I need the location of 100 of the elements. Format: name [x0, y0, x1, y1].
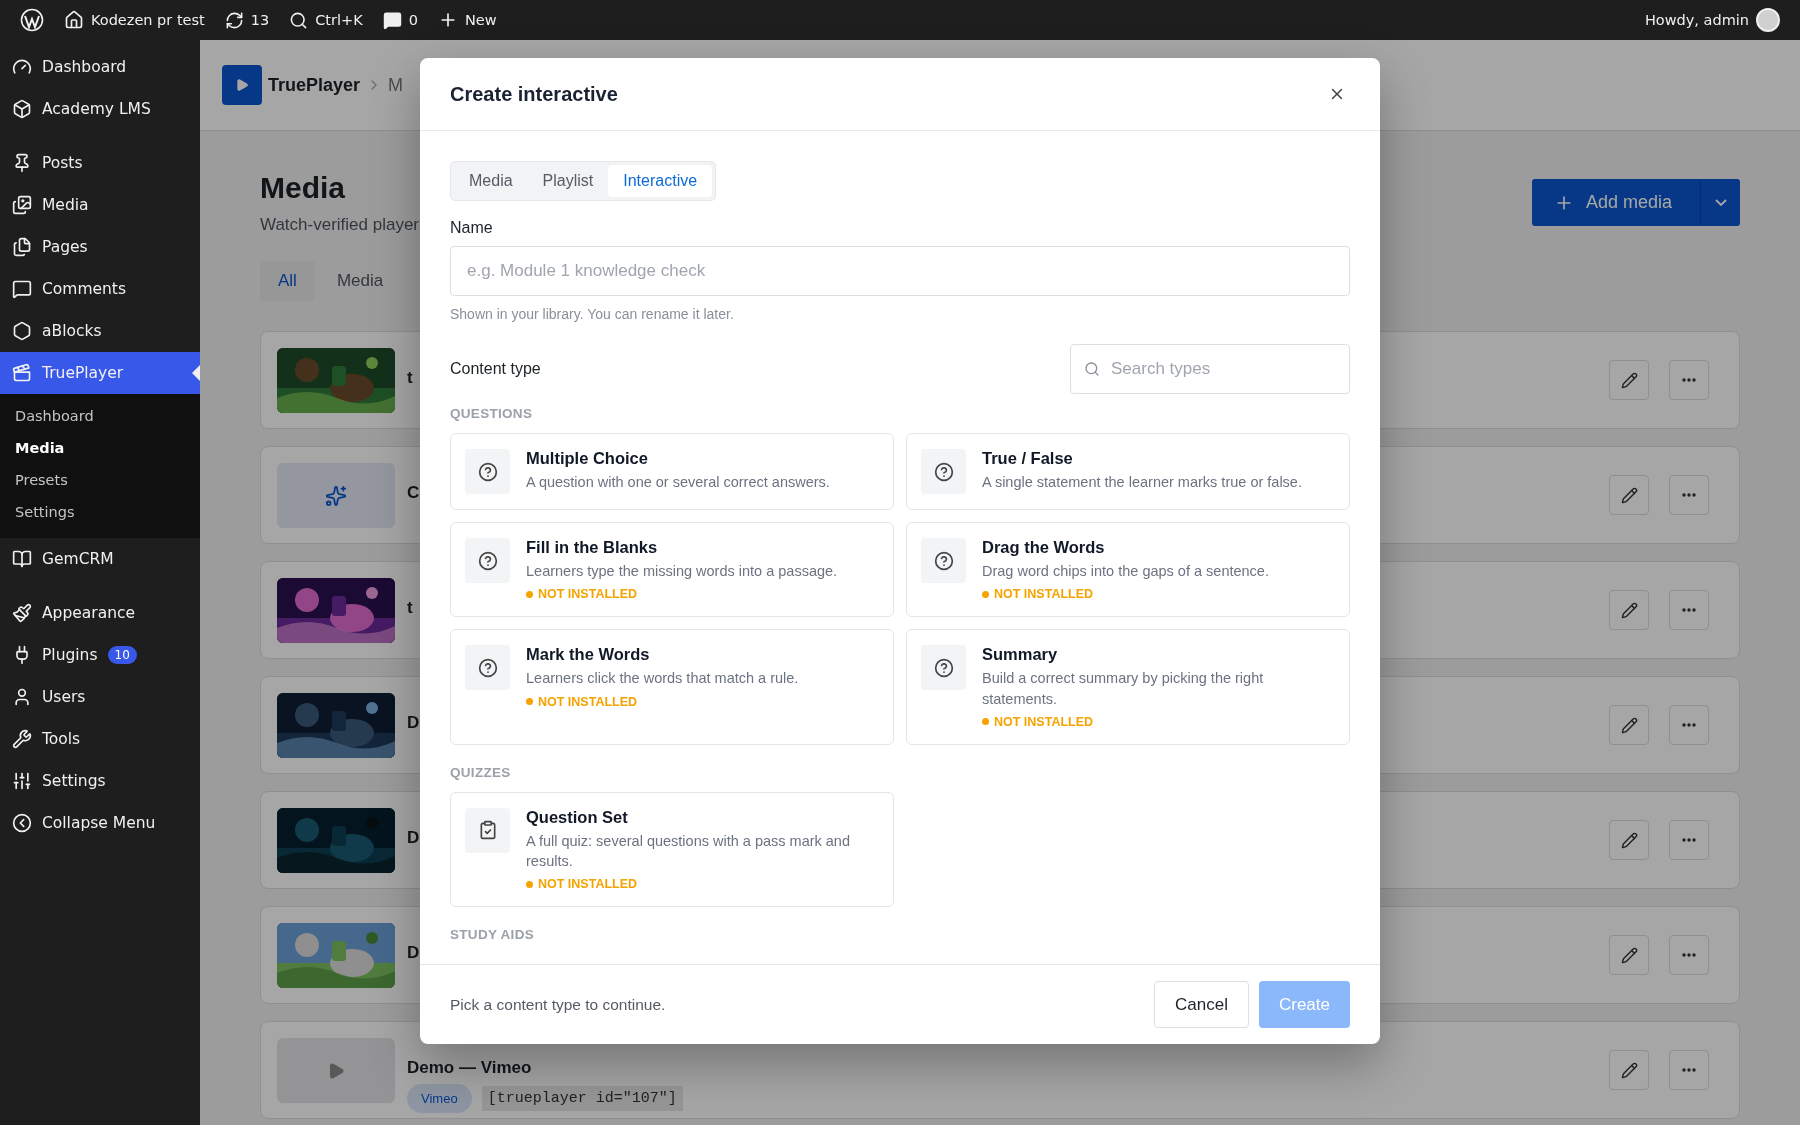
- home-icon: [64, 10, 84, 30]
- menu-item[interactable]: Media: [0, 184, 200, 226]
- more-icon: [1682, 953, 1696, 957]
- card-title: Fill in the Blanks: [526, 538, 659, 557]
- page-subtitle: Watch-verified player: [260, 215, 420, 235]
- cancel-button[interactable]: Cancel: [1154, 981, 1249, 1028]
- edit-button[interactable]: [1609, 475, 1649, 515]
- help-circle-icon: [477, 461, 498, 482]
- menu-item[interactable]: Dashboard: [0, 46, 200, 88]
- card-description: Learners type the missing words into a passage.: [526, 562, 838, 581]
- logo-icon: [20, 8, 44, 32]
- field-help: Shown in your library. You can rename it later.: [450, 306, 735, 322]
- more-button[interactable]: [1669, 705, 1709, 745]
- more-button[interactable]: [1669, 1050, 1709, 1090]
- card-description: A question with one or several correct answers.: [526, 473, 830, 492]
- menu-item[interactable]: Settings: [0, 760, 200, 802]
- hexagon-icon: [12, 321, 32, 341]
- section-heading: QUIZZES: [450, 764, 512, 780]
- content-type-card[interactable]: Summary Build a correct summary by picking the right statements. NOT INSTALLED: [906, 629, 1350, 745]
- section-heading: STUDY AIDS: [450, 927, 535, 943]
- content-type-card[interactable]: Mark the Words Learners click the words that match a rule. NOT INSTALLED: [450, 629, 894, 745]
- pin-icon: [12, 153, 32, 173]
- menu-item[interactable]: aBlocks: [0, 310, 200, 352]
- site-link[interactable]: Kodezen pr test: [54, 0, 215, 40]
- content-type-card[interactable]: Multiple Choice A question with one or several correct answers.: [450, 433, 894, 510]
- more-icon: [1682, 608, 1696, 612]
- more-button[interactable]: [1669, 590, 1709, 630]
- menu-item[interactable]: Users: [0, 676, 200, 718]
- edit-button[interactable]: [1609, 935, 1649, 975]
- menu-item[interactable]: Plugins 10: [0, 634, 200, 676]
- edit-button[interactable]: [1609, 360, 1649, 400]
- account-menu[interactable]: Howdy, admin: [1634, 0, 1790, 40]
- name-field[interactable]: e.g. Module 1 knowledge check: [450, 246, 1350, 296]
- menu-item[interactable]: Pages: [0, 226, 200, 268]
- pencil-icon: [1620, 371, 1638, 389]
- pencil-icon: [1620, 831, 1638, 849]
- media-title: t: [407, 368, 413, 388]
- count-badge: 10: [107, 646, 137, 664]
- edit-button[interactable]: [1609, 1050, 1649, 1090]
- content-type-card[interactable]: Question Set A full quiz: several questions with a pass mark and results. NOT INSTALLED: [450, 791, 894, 908]
- search-field[interactable]: Search types: [1070, 344, 1350, 394]
- comments-link[interactable]: 0: [372, 0, 428, 40]
- status-label: NOT INSTALLED: [982, 714, 1335, 729]
- card-description: Learners click the words that match a rule.: [526, 669, 799, 689]
- new-link[interactable]: New: [427, 0, 507, 40]
- more-button[interactable]: [1669, 360, 1709, 400]
- more-icon: [1682, 378, 1696, 382]
- type-tab[interactable]: Playlist: [527, 165, 609, 197]
- updates-link[interactable]: 13: [214, 0, 280, 40]
- more-button[interactable]: [1669, 820, 1709, 860]
- card-description: Build a correct summary by picking the right statements.: [982, 669, 1265, 709]
- content-type-card[interactable]: True / False A single statement the learner marks true or false.: [906, 433, 1350, 510]
- content-type-card[interactable]: Drag the Words Drag word chips into the gaps of a sentence. NOT INSTALLED: [906, 522, 1350, 618]
- submenu-item[interactable]: Dashboard: [0, 400, 200, 432]
- submenu-item[interactable]: Settings: [0, 496, 200, 528]
- help-circle-icon: [933, 461, 954, 482]
- submenu-item[interactable]: Presets: [0, 464, 200, 496]
- help-circle-icon: [933, 657, 954, 678]
- help-circle-icon: [933, 550, 954, 571]
- filter-tab[interactable]: All: [260, 261, 315, 301]
- pencil-icon: [1620, 601, 1638, 619]
- search-icon: [289, 10, 309, 30]
- edit-button[interactable]: [1609, 590, 1649, 630]
- status-label: NOT INSTALLED: [982, 587, 1269, 602]
- menu-item[interactable]: Comments: [0, 268, 200, 310]
- media-title: t: [407, 598, 413, 618]
- edit-button[interactable]: [1609, 820, 1649, 860]
- edit-button[interactable]: [1609, 705, 1649, 745]
- more-button[interactable]: [1669, 935, 1709, 975]
- pencil-icon: [1620, 1061, 1638, 1079]
- menu-item[interactable]: Academy LMS: [0, 88, 200, 130]
- menu-item[interactable]: Posts: [0, 142, 200, 184]
- filter-tab[interactable]: Media: [318, 261, 402, 301]
- submenu-item[interactable]: Media: [0, 432, 200, 464]
- menu-item[interactable]: Appearance: [0, 592, 200, 634]
- menu-item[interactable]: Tools: [0, 718, 200, 760]
- menu-item[interactable]: Collapse Menu: [0, 802, 200, 844]
- search-link[interactable]: Ctrl+K: [279, 0, 373, 40]
- add-media-button[interactable]: Add media: [1531, 179, 1700, 226]
- card-title: Summary: [982, 645, 1059, 665]
- more-button[interactable]: [1669, 475, 1709, 515]
- content-type-card[interactable]: Fill in the Blanks Learners type the missing words into a passage. NOT INSTALLED: [450, 522, 894, 618]
- type-tab[interactable]: Media: [454, 165, 528, 197]
- more-icon: [1682, 493, 1696, 497]
- user-icon: [12, 687, 32, 707]
- menu-item[interactable]: GemCRM: [0, 538, 200, 580]
- page-title: Media: [260, 171, 347, 205]
- refresh-icon: [224, 10, 244, 30]
- comment-icon: [382, 10, 402, 30]
- comment-icon: [12, 279, 32, 299]
- card-description: A single statement the learner marks true or false.: [982, 473, 1302, 492]
- type-tab[interactable]: Interactive: [608, 165, 713, 197]
- card-title: Question Set: [526, 807, 629, 827]
- menu-item[interactable]: TruePlayer: [0, 352, 200, 394]
- pencil-icon: [1620, 486, 1638, 504]
- help-circle-icon: [477, 550, 498, 571]
- section-label: Content type: [450, 360, 541, 378]
- sparkles-icon: [325, 484, 347, 507]
- section-heading: QUESTIONS: [450, 406, 534, 421]
- provider-tag: Vimeo: [407, 1084, 472, 1113]
